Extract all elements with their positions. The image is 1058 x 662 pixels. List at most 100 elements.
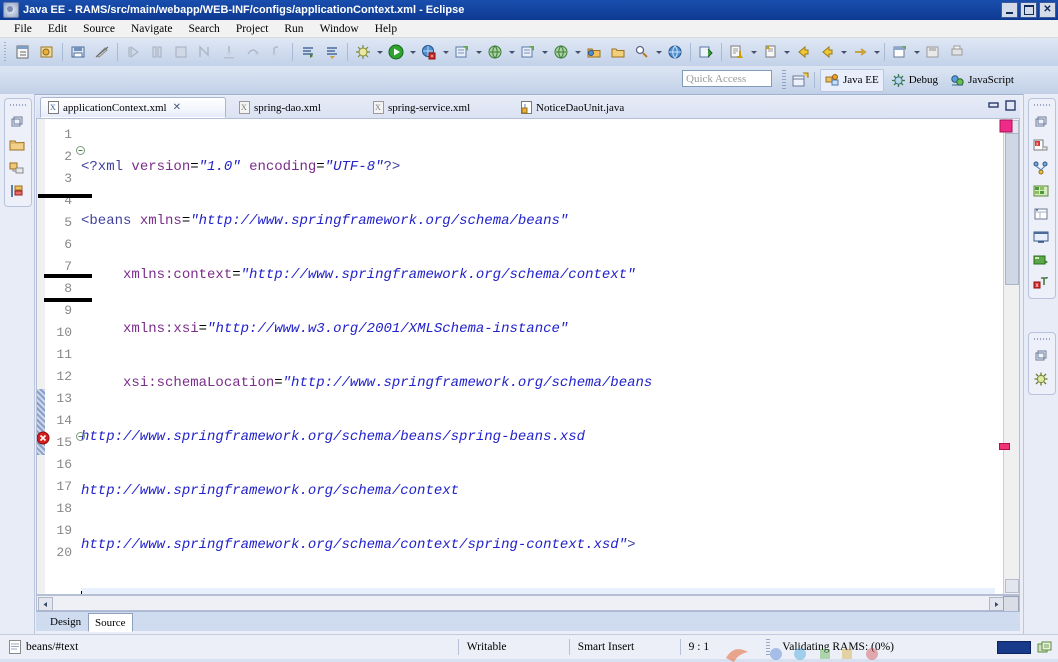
- maximize-editor-icon[interactable]: [1005, 100, 1016, 111]
- forward-dropdown-arrow[interactable]: [839, 41, 848, 63]
- error-icon[interactable]: [37, 431, 50, 445]
- menu-edit[interactable]: Edit: [40, 22, 75, 36]
- quick-access-input[interactable]: Quick Access: [682, 70, 772, 87]
- menu-file[interactable]: File: [6, 22, 40, 36]
- search-icon[interactable]: [631, 41, 653, 63]
- stack-grip[interactable]: [1034, 102, 1050, 108]
- previous-annotation-icon[interactable]: [321, 41, 343, 63]
- perspective-java-ee[interactable]: Java EE: [820, 68, 884, 92]
- run-server-dropdown-arrow[interactable]: [441, 41, 450, 63]
- next-edit-icon[interactable]: [726, 41, 748, 63]
- external-tools-dropdown-arrow[interactable]: [474, 41, 483, 63]
- data-source-explorer-icon[interactable]: x: [1029, 271, 1053, 294]
- menu-help[interactable]: Help: [367, 22, 405, 36]
- fold-marker-line2[interactable]: [76, 146, 85, 155]
- editor-vertical-scrollbar[interactable]: [1003, 119, 1019, 594]
- suspend-icon: [146, 41, 168, 63]
- debug-icon[interactable]: [352, 41, 374, 63]
- open-resource-icon[interactable]: [607, 41, 629, 63]
- scroll-thumb[interactable]: [1005, 133, 1019, 285]
- menu-navigate[interactable]: Navigate: [123, 22, 181, 36]
- code-editor[interactable]: 1 2 3 4 5 6 7 8 9 10 11 12 13 14 15 16 1…: [36, 118, 1020, 595]
- snippets-icon[interactable]: [1029, 179, 1053, 202]
- save-icon[interactable]: [67, 41, 89, 63]
- editor-tab-spring-service[interactable]: X spring-service.xml: [366, 97, 514, 118]
- restore-view-icon[interactable]: [5, 110, 29, 133]
- hscroll-right-button[interactable]: [989, 597, 1004, 611]
- debug-view-icon[interactable]: [1029, 367, 1053, 390]
- globe-icon[interactable]: [664, 41, 686, 63]
- line-number: 1: [64, 127, 72, 142]
- menu-project[interactable]: Project: [228, 22, 277, 36]
- bottom-tab-design[interactable]: Design: [44, 613, 87, 630]
- hscroll-left-button[interactable]: [38, 597, 53, 611]
- open-type-icon[interactable]: [484, 41, 506, 63]
- code-line: http://www.springframework.org/schema/co…: [81, 483, 460, 499]
- search-dropdown-arrow[interactable]: [654, 41, 663, 63]
- open-type-dropdown-arrow[interactable]: [507, 41, 516, 63]
- menu-window[interactable]: Window: [312, 22, 367, 36]
- back-icon[interactable]: [792, 41, 814, 63]
- new-wizard-icon[interactable]: [12, 41, 34, 63]
- project-explorer-icon[interactable]: [5, 133, 29, 156]
- no-edit-icon[interactable]: [91, 41, 113, 63]
- new-java-project-icon[interactable]: [517, 41, 539, 63]
- source-code-text[interactable]: <?xml version="1.0" encoding="UTF-8"?> <…: [81, 119, 995, 594]
- close-button[interactable]: ✕: [1039, 2, 1056, 18]
- perspective-javascript[interactable]: JavaScript: [945, 70, 1019, 91]
- new-class-icon[interactable]: [550, 41, 572, 63]
- maximize-button[interactable]: [1020, 2, 1037, 18]
- menu-run[interactable]: Run: [276, 22, 311, 36]
- new-java-package-icon[interactable]: [36, 41, 58, 63]
- new-class-arrow[interactable]: [573, 41, 582, 63]
- open-folder-icon[interactable]: [583, 41, 605, 63]
- properties-icon[interactable]: [1029, 202, 1053, 225]
- run-server-icon[interactable]: [418, 41, 440, 63]
- editor-tab-NoticeDaoUnit[interactable]: J NoticeDaoUnit.java: [514, 97, 664, 118]
- console-icon[interactable]: [1029, 225, 1053, 248]
- stack-grip[interactable]: [1034, 336, 1050, 342]
- minimize-editor-icon[interactable]: [988, 100, 999, 111]
- restore-view-icon[interactable]: [1029, 110, 1053, 133]
- xml-file-icon: X: [372, 101, 384, 114]
- svn-icon[interactable]: [695, 41, 717, 63]
- debug-dropdown-arrow[interactable]: [375, 41, 384, 63]
- jobs-icon[interactable]: [1031, 636, 1058, 658]
- open-perspective-icon[interactable]: [790, 70, 810, 90]
- editor-horizontal-scrollbar[interactable]: [36, 595, 1020, 612]
- run-dropdown-arrow[interactable]: [408, 41, 417, 63]
- perspective-grip: [782, 70, 786, 90]
- perspective-debug[interactable]: Debug: [886, 70, 943, 91]
- previous-edit-icon[interactable]: [759, 41, 781, 63]
- next-annotation-icon[interactable]: [297, 41, 319, 63]
- package-explorer-icon[interactable]: [5, 156, 29, 179]
- problems-icon[interactable]: x: [1029, 133, 1053, 156]
- next-edit-arrow[interactable]: [749, 41, 758, 63]
- close-icon[interactable]: ✕: [173, 102, 181, 113]
- outline-icon[interactable]: [1029, 156, 1053, 179]
- new-file-icon[interactable]: [889, 41, 911, 63]
- overview-error-marker[interactable]: [999, 443, 1010, 450]
- editor-tab-applicationContext[interactable]: X applicationContext.xml ✕: [40, 97, 226, 118]
- menu-source[interactable]: Source: [75, 22, 123, 36]
- scroll-down-button[interactable]: [1005, 579, 1019, 593]
- bottom-tab-source[interactable]: Source: [88, 613, 133, 632]
- menu-search[interactable]: Search: [181, 22, 228, 36]
- restore-view-icon[interactable]: [1029, 344, 1053, 367]
- minimize-button[interactable]: [1001, 2, 1018, 18]
- servers-icon[interactable]: [5, 179, 29, 202]
- servers-view-icon[interactable]: [1029, 248, 1053, 271]
- print-icon: [946, 41, 968, 63]
- previous-edit-arrow[interactable]: [782, 41, 791, 63]
- new-java-project-arrow[interactable]: [540, 41, 549, 63]
- forward-icon[interactable]: [816, 41, 838, 63]
- new-file-arrow[interactable]: [912, 41, 921, 63]
- line-number: 12: [56, 369, 72, 384]
- toolbar-grip[interactable]: [2, 42, 9, 62]
- line-number: 6: [64, 237, 72, 252]
- fold-marker-line15[interactable]: [76, 432, 85, 441]
- run-icon[interactable]: [385, 41, 407, 63]
- external-tools-icon[interactable]: [451, 41, 473, 63]
- stack-grip[interactable]: [10, 102, 26, 108]
- editor-tab-spring-dao[interactable]: X spring-dao.xml: [232, 97, 362, 118]
